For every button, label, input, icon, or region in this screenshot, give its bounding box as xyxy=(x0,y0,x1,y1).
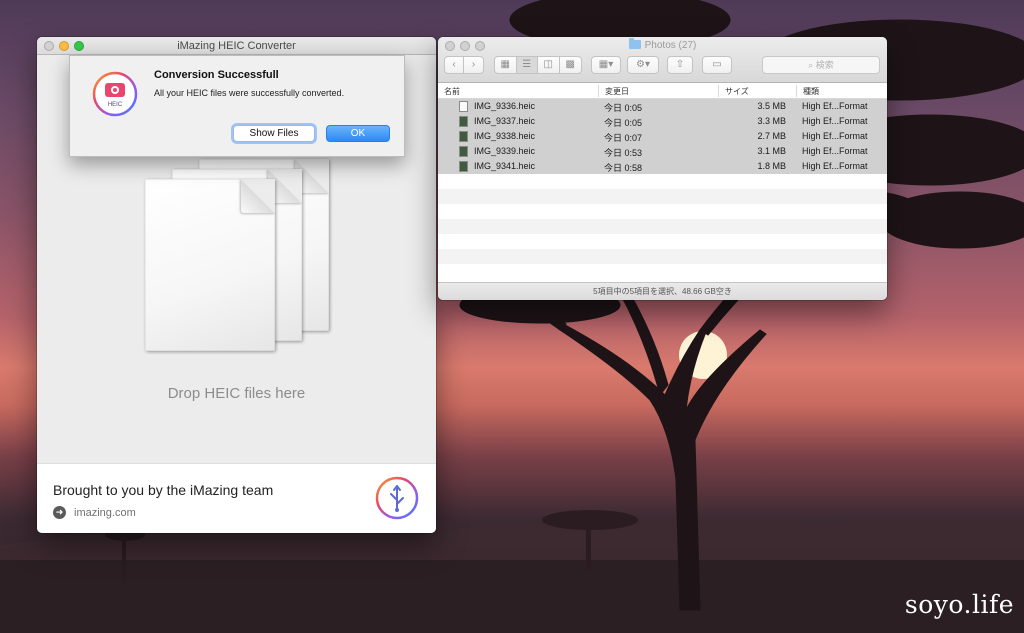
action-button[interactable]: ⚙▾ xyxy=(627,56,659,74)
search-icon: ⌕ xyxy=(808,60,814,70)
imazing-link[interactable]: ➜ imazing.com xyxy=(53,506,136,519)
heic-file-icon xyxy=(459,101,468,112)
file-kind: High Ef...Format xyxy=(802,146,868,156)
finder-title: Photos (27) xyxy=(438,38,887,53)
imazing-logo-icon[interactable] xyxy=(375,476,419,520)
file-size: 3.1 MB xyxy=(757,146,786,156)
watermark: soyo.life xyxy=(904,590,1014,619)
file-name: IMG_9337.heic xyxy=(474,116,536,126)
footer-credit: Brought to you by the iMazing team xyxy=(53,482,274,498)
gallery-view-icon: ▩ xyxy=(565,59,575,70)
window-title: iMazing HEIC Converter xyxy=(177,40,296,52)
empty-row xyxy=(438,174,887,189)
search-field[interactable]: ⌕ 検索 xyxy=(762,56,880,74)
heic-file-icon xyxy=(459,116,468,127)
file-modified: 今日 0:53 xyxy=(604,148,643,158)
dialog-title: Conversion Successfull xyxy=(154,69,279,81)
forward-button[interactable]: › xyxy=(464,57,483,73)
list-view-icon: ☰ xyxy=(522,59,532,70)
list-view-button[interactable]: ☰ xyxy=(516,57,538,73)
file-row[interactable]: IMG_9339.heic 今日 0:53 3.1 MB High Ef...F… xyxy=(438,144,887,159)
column-view-button[interactable]: ◫ xyxy=(538,57,560,73)
back-button[interactable]: ‹ xyxy=(445,57,465,73)
tags-button[interactable]: ▭ xyxy=(702,56,732,74)
imazing-link-label: imazing.com xyxy=(74,506,136,519)
file-kind: High Ef...Format xyxy=(802,161,868,171)
column-size-header[interactable]: サイズ xyxy=(725,86,749,97)
file-modified: 今日 0:05 xyxy=(604,103,643,113)
column-view-icon: ◫ xyxy=(543,59,553,70)
share-button[interactable]: ⇧ xyxy=(667,56,693,74)
empty-row xyxy=(438,249,887,264)
ok-button[interactable]: OK xyxy=(326,125,390,142)
chevron-right-icon: › xyxy=(471,59,476,70)
imazing-titlebar: iMazing HEIC Converter xyxy=(37,37,436,55)
file-row[interactable]: IMG_9338.heic 今日 0:07 2.7 MB High Ef...F… xyxy=(438,129,887,144)
dialog-message: All your HEIC files were successfully co… xyxy=(154,88,345,98)
file-name: IMG_9336.heic xyxy=(474,101,536,111)
gear-icon: ⚙▾ xyxy=(636,59,650,70)
file-row[interactable]: IMG_9337.heic 今日 0:05 3.3 MB High Ef...F… xyxy=(438,114,887,129)
file-size: 3.3 MB xyxy=(757,116,786,126)
finder-titlebar: Photos (27) ‹ › ▦ ☰ ◫ ▩ ▦▾ ⚙▾ ⇧ ▭ ⌕ 検索 xyxy=(438,37,887,83)
empty-row xyxy=(438,204,887,219)
group-button[interactable]: ▦▾ xyxy=(591,56,621,74)
heic-file-icon xyxy=(459,131,468,142)
footer: Brought to you by the iMazing team ➜ ima… xyxy=(37,463,436,533)
drop-label: Drop HEIC files here xyxy=(167,385,306,402)
file-size: 3.5 MB xyxy=(757,101,786,111)
search-placeholder: 検索 xyxy=(815,60,834,70)
document-icon xyxy=(145,179,275,351)
file-size: 2.7 MB xyxy=(757,131,786,141)
zoom-button[interactable] xyxy=(74,41,84,51)
finder-window: Photos (27) ‹ › ▦ ☰ ◫ ▩ ▦▾ ⚙▾ ⇧ ▭ ⌕ 検索 名… xyxy=(438,37,887,300)
finder-status-bar: 5項目中の5項目を選択、48.66 GB空き xyxy=(438,282,887,300)
column-headers: 名前 変更日 サイズ 種類 xyxy=(438,83,887,99)
finder-title-label: Photos (27) xyxy=(644,40,697,51)
icon-view-button[interactable]: ▦ xyxy=(495,57,517,73)
close-button[interactable] xyxy=(44,41,54,51)
folder-icon xyxy=(628,38,641,49)
gallery-view-button[interactable]: ▩ xyxy=(560,57,581,73)
file-name: IMG_9341.heic xyxy=(474,161,536,171)
conversion-dialog: HEIC Conversion Successfull All your HEI… xyxy=(69,55,405,157)
view-mode-control: ▦ ☰ ◫ ▩ xyxy=(494,56,582,74)
heic-icon-label: HEIC xyxy=(108,102,123,108)
file-kind: High Ef...Format xyxy=(802,116,868,126)
empty-row xyxy=(438,189,887,204)
empty-row xyxy=(438,219,887,234)
heic-app-icon: HEIC xyxy=(92,71,138,117)
heic-file-icon xyxy=(459,146,468,157)
file-modified: 今日 0:05 xyxy=(604,118,643,128)
icon-view-icon: ▦ xyxy=(500,59,510,70)
window-controls xyxy=(44,41,84,51)
share-icon: ⇧ xyxy=(675,59,685,70)
column-modified-header[interactable]: 変更日 xyxy=(605,86,629,97)
file-kind: High Ef...Format xyxy=(802,101,868,111)
file-row[interactable]: IMG_9341.heic 今日 0:58 1.8 MB High Ef...F… xyxy=(438,159,887,174)
file-list: IMG_9336.heic 今日 0:05 3.5 MB High Ef...F… xyxy=(438,99,887,264)
empty-row xyxy=(438,234,887,249)
file-name: IMG_9339.heic xyxy=(474,146,536,156)
arrow-right-icon: ➜ xyxy=(53,506,66,519)
grid-icon: ▦▾ xyxy=(598,59,614,70)
column-name-header[interactable]: 名前 xyxy=(444,86,460,97)
file-size: 1.8 MB xyxy=(757,161,786,171)
back-forward-control: ‹ › xyxy=(444,56,484,74)
minimize-button[interactable] xyxy=(59,41,69,51)
column-kind-header[interactable]: 種類 xyxy=(803,86,819,97)
heic-file-icon xyxy=(459,161,468,172)
file-name: IMG_9338.heic xyxy=(474,131,536,141)
file-row[interactable]: IMG_9336.heic 今日 0:05 3.5 MB High Ef...F… xyxy=(438,99,887,114)
chevron-left-icon: ‹ xyxy=(452,59,456,70)
file-modified: 今日 0:58 xyxy=(604,163,643,173)
file-modified: 今日 0:07 xyxy=(604,133,643,143)
show-files-button[interactable]: Show Files xyxy=(233,125,315,142)
tag-icon: ▭ xyxy=(712,59,722,70)
ground xyxy=(0,560,1024,633)
file-kind: High Ef...Format xyxy=(802,131,868,141)
